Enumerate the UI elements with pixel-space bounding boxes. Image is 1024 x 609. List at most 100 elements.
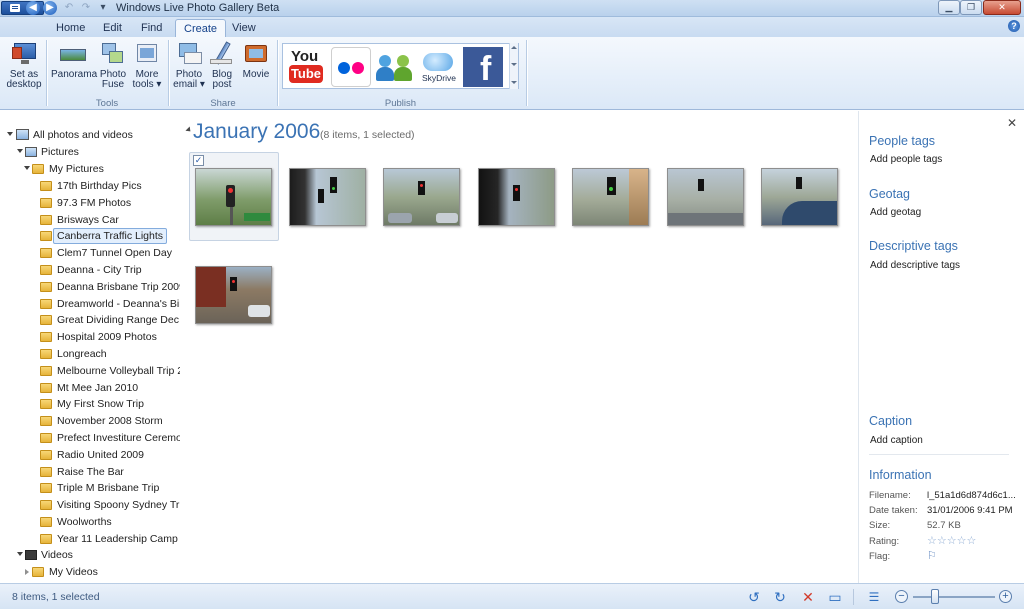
geotag-heading: Geotag <box>869 187 911 201</box>
facebook-icon[interactable]: f <box>463 47 503 87</box>
tree-item-folder[interactable]: Radio United 2009 <box>0 447 180 463</box>
photo-thumbnail[interactable] <box>195 266 272 324</box>
tree-item-folder[interactable]: 17th Birthday Pics <box>0 178 180 194</box>
flickr-icon[interactable] <box>331 47 371 87</box>
tree-item-folder[interactable]: Triple M Brisbane Trip <box>0 480 180 496</box>
customize-quick-access-icon[interactable]: ▾ <box>96 1 110 15</box>
tab-find[interactable]: Find <box>133 19 170 37</box>
tree-item-folder[interactable]: Deanna - City Trip <box>0 262 180 278</box>
tree-item-folder[interactable]: Canberra Traffic Lights <box>0 228 180 245</box>
folder-icon <box>40 466 52 477</box>
tree-item-pictures[interactable]: Pictures <box>0 144 180 160</box>
skydrive-icon[interactable]: SkyDrive <box>419 47 459 87</box>
photo-thumbnail[interactable] <box>667 168 744 226</box>
youtube-icon[interactable]: You Tube <box>287 47 327 87</box>
tags-pane: ✕ People tags Add people tags Geotag Add… <box>858 111 1024 583</box>
tree-item-videos[interactable]: Videos <box>0 547 180 563</box>
zoom-in-icon[interactable]: + <box>999 590 1012 603</box>
tree-item-folder[interactable]: Brisways Car <box>0 212 180 228</box>
add-descriptive-tags-link[interactable]: Add descriptive tags <box>870 260 960 271</box>
zoom-out-icon[interactable]: − <box>895 590 908 603</box>
tree-item-folder[interactable]: 97.3 FM Photos <box>0 195 180 211</box>
tree-item-folder[interactable]: Great Dividing Range Dec 20 <box>0 312 180 328</box>
information-heading: Information <box>869 468 932 482</box>
folder-icon <box>40 365 52 376</box>
add-people-tags-link[interactable]: Add people tags <box>870 154 942 165</box>
details-view-icon[interactable]: ☰ <box>866 589 882 605</box>
zoom-slider-thumb[interactable] <box>931 589 939 604</box>
photo-fuse-button[interactable]: Photo Fuse <box>97 41 129 90</box>
tree-item-folder[interactable]: Hospital 2009 Photos <box>0 329 180 345</box>
folder-icon <box>40 214 52 225</box>
tree-item-all-photos[interactable]: All photos and videos <box>0 127 180 143</box>
tree-item-folder[interactable]: Visiting Spoony Sydney Trip <box>0 497 180 513</box>
photo-thumbnail[interactable] <box>761 168 838 226</box>
zoom-slider-track[interactable] <box>913 596 995 598</box>
photo-email-button[interactable]: Photo email ▾ <box>173 41 205 90</box>
rating-stars[interactable]: ☆☆☆☆☆ <box>927 534 976 547</box>
tab-edit[interactable]: Edit <box>95 19 130 37</box>
folder-icon <box>40 416 52 427</box>
tree-item-folder[interactable]: November 2008 Storm <box>0 413 180 429</box>
tree-item-folder[interactable]: Melbourne Volleyball Trip 20 <box>0 363 180 379</box>
group-label-share: Share <box>210 98 236 109</box>
expand-icon[interactable] <box>7 132 13 136</box>
tree-item-folder[interactable]: Mt Mee Jan 2010 <box>0 380 180 396</box>
tree-item-folder[interactable]: Prefect Investiture Ceremon <box>0 430 180 446</box>
close-button[interactable]: ✕ <box>983 0 1021 15</box>
publish-gallery: You Tube SkyDrive f <box>282 43 519 89</box>
blog-post-button[interactable]: Blog post <box>207 41 237 90</box>
tree-item-my-videos[interactable]: My Videos <box>0 564 180 580</box>
tree-item-folder[interactable]: Woolworths <box>0 514 180 530</box>
set-as-desktop-button[interactable]: Set as desktop <box>5 41 43 90</box>
add-caption-link[interactable]: Add caption <box>870 435 923 446</box>
delete-icon[interactable]: ✕ <box>800 589 816 605</box>
tree-item-folder[interactable]: Deanna Brisbane Trip 2009 <box>0 279 180 295</box>
tab-home[interactable]: Home <box>48 19 93 37</box>
publish-scroll[interactable] <box>509 43 518 89</box>
tree-item-folder[interactable]: Clem7 Tunnel Open Day <box>0 245 180 261</box>
collapse-group-icon[interactable] <box>185 126 193 134</box>
add-geotag-link[interactable]: Add geotag <box>870 207 921 218</box>
rotate-left-icon[interactable]: ↺ <box>746 589 762 605</box>
photo-thumbnail[interactable] <box>289 168 366 226</box>
maximize-button[interactable]: ❐ <box>960 0 982 15</box>
photo-thumbnail[interactable] <box>572 168 649 226</box>
redo-icon[interactable]: ↷ <box>79 1 93 15</box>
expand-icon[interactable] <box>24 166 30 170</box>
tab-create[interactable]: Create <box>175 19 227 37</box>
ribbon-tabs: Home Edit Find Create View ? <box>0 17 1024 37</box>
forward-icon[interactable]: ▶ <box>43 1 57 15</box>
photo-thumbnail[interactable] <box>478 168 555 226</box>
close-pane-icon[interactable]: ✕ <box>1007 116 1017 130</box>
expand-icon[interactable] <box>17 552 23 556</box>
tree-label: Year 11 Leadership Camp <box>57 532 178 545</box>
panorama-button[interactable]: Panorama <box>51 41 97 80</box>
slideshow-icon[interactable]: ▭ <box>827 589 843 605</box>
tree-item-folder[interactable]: Year 11 Leadership Camp <box>0 531 180 547</box>
thumbnail-checkbox[interactable]: ✓ <box>193 155 204 166</box>
tree-label: Brisways Car <box>57 213 119 226</box>
divider <box>526 40 527 106</box>
photo-thumbnail[interactable] <box>383 168 460 226</box>
expand-icon[interactable] <box>25 569 29 575</box>
folder-icon <box>40 197 52 208</box>
rotate-right-icon[interactable]: ↻ <box>772 589 788 605</box>
tree-item-folder[interactable]: Dreamworld - Deanna's Birth <box>0 296 180 312</box>
group-count: (8 items, 1 selected) <box>320 129 415 141</box>
tab-view[interactable]: View <box>224 19 264 37</box>
back-icon[interactable]: ◀ <box>26 1 40 15</box>
minimize-button[interactable]: ▁ <box>938 0 960 15</box>
tree-item-folder[interactable]: Longreach <box>0 346 180 362</box>
movie-button[interactable]: Movie <box>240 41 272 80</box>
expand-icon[interactable] <box>17 149 23 153</box>
people-icon[interactable] <box>375 47 415 87</box>
help-icon[interactable]: ? <box>1008 20 1020 32</box>
tree-item-my-pictures[interactable]: My Pictures <box>0 161 180 177</box>
photo-thumbnail[interactable] <box>195 168 272 226</box>
more-tools-button[interactable]: More tools ▾ <box>131 41 163 90</box>
tree-item-folder[interactable]: Raise The Bar <box>0 464 180 480</box>
tree-item-folder[interactable]: My First Snow Trip <box>0 396 180 412</box>
flag-icon[interactable]: ⚐ <box>927 549 937 562</box>
undo-icon[interactable]: ↶ <box>62 1 76 15</box>
